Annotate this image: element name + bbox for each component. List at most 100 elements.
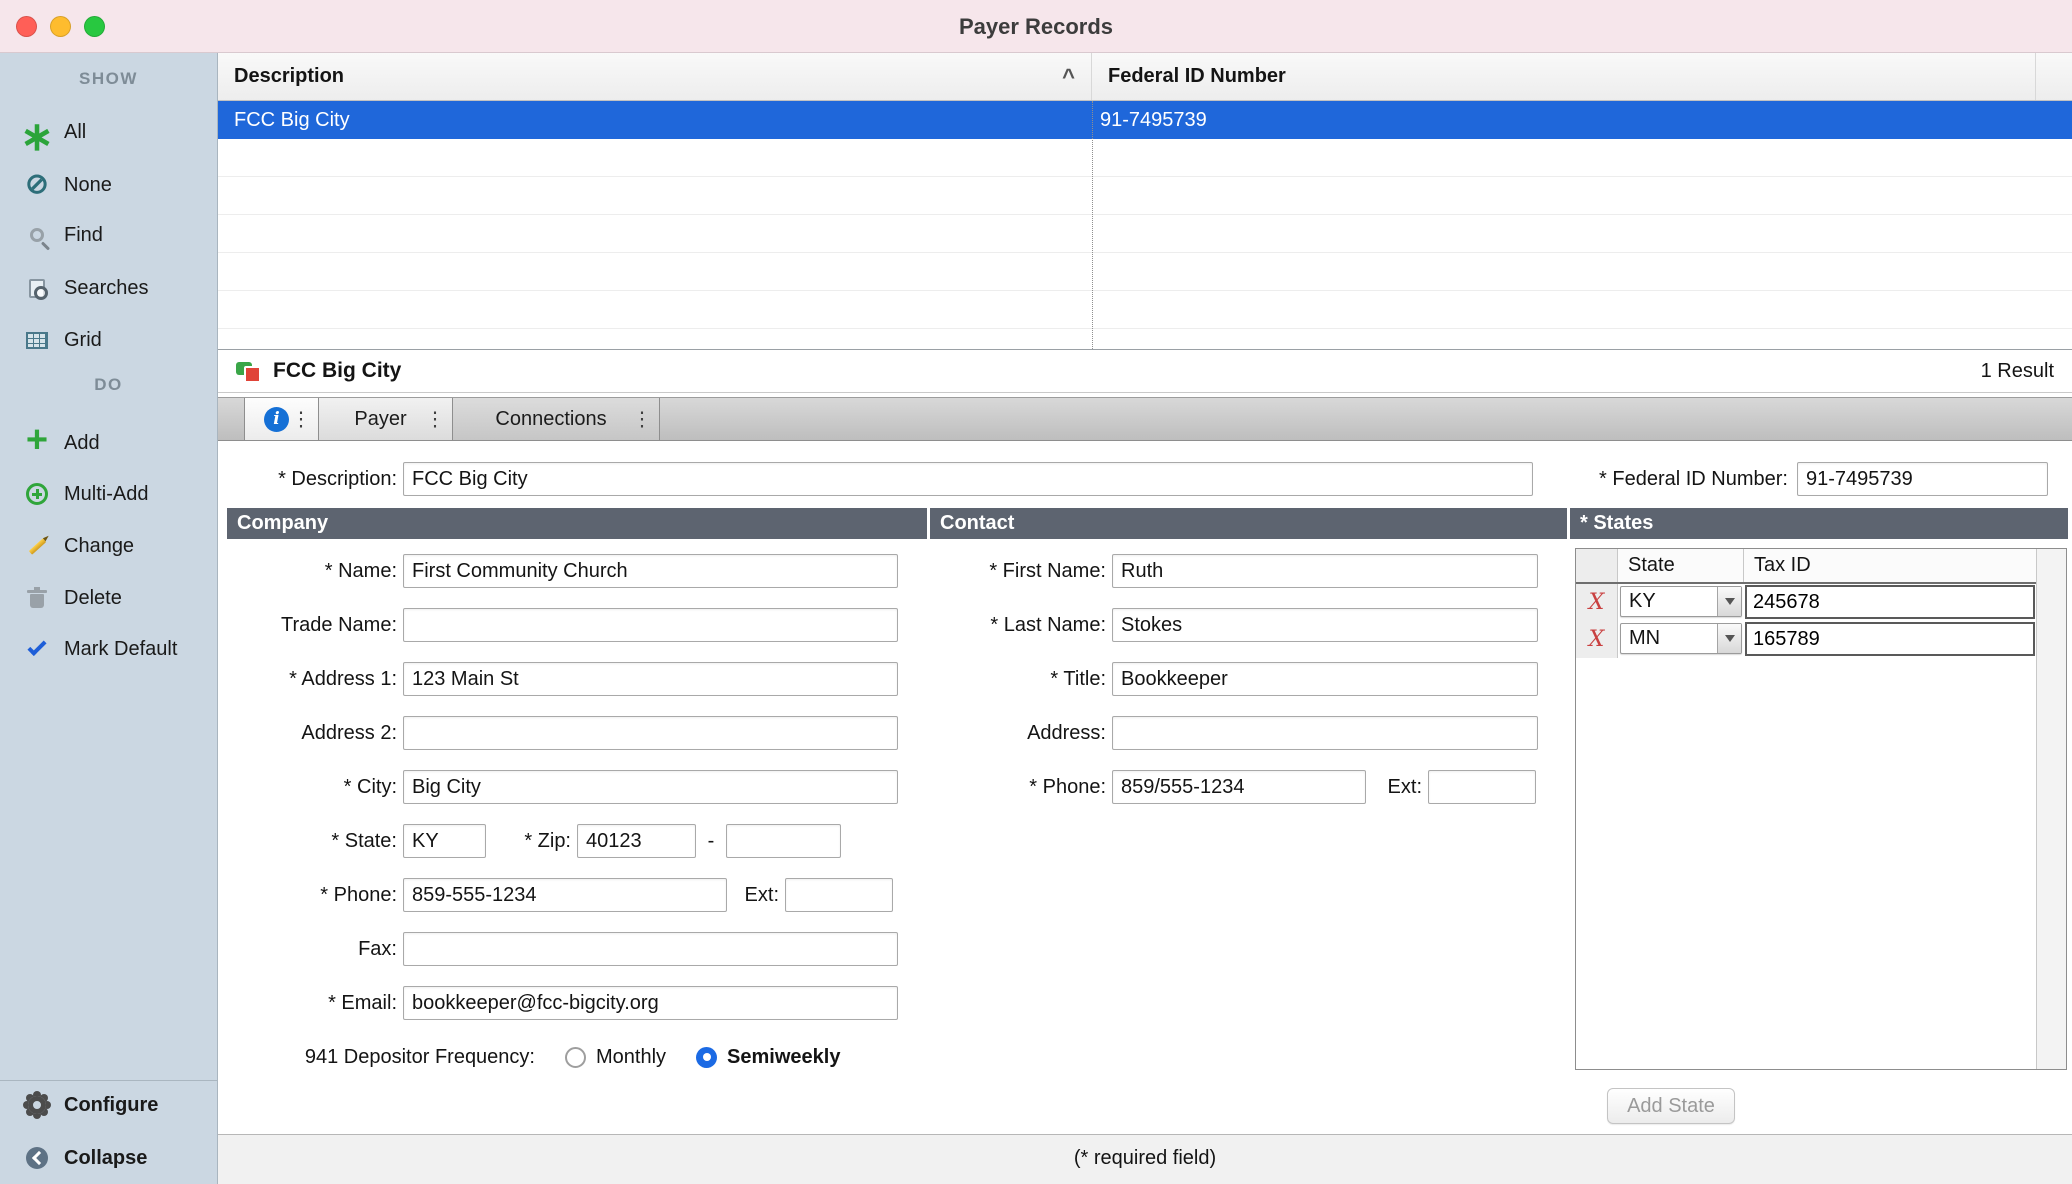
sidebar-item-label: Mark Default bbox=[64, 638, 177, 661]
section-header-contact: Contact bbox=[930, 508, 1567, 539]
delete-state-icon bbox=[1589, 590, 1605, 615]
radio-monthly-label[interactable]: Monthly bbox=[596, 1046, 666, 1069]
menu-dots-icon[interactable]: ⋮ bbox=[425, 407, 445, 432]
result-count: 1 Result bbox=[1981, 360, 2054, 383]
sidebar-item-label: None bbox=[64, 174, 112, 197]
fax-input[interactable] bbox=[403, 932, 898, 966]
menu-dots-icon[interactable]: ⋮ bbox=[632, 407, 652, 432]
searches-icon bbox=[22, 273, 52, 303]
delete-state-button[interactable] bbox=[1576, 621, 1618, 658]
address1-input[interactable] bbox=[403, 662, 898, 696]
name-input[interactable] bbox=[403, 554, 898, 588]
description-input[interactable] bbox=[403, 462, 1533, 496]
zip4-input[interactable] bbox=[726, 824, 841, 858]
state-select[interactable]: KY bbox=[1620, 586, 1742, 617]
chevron-down-icon[interactable] bbox=[1717, 624, 1741, 653]
sidebar-item-change[interactable]: Change bbox=[0, 526, 217, 566]
contact-address-input[interactable] bbox=[1112, 716, 1538, 750]
federal-id-label: * Federal ID Number: bbox=[1500, 462, 1788, 496]
trade-name-input[interactable] bbox=[403, 608, 898, 642]
pencil-icon bbox=[22, 531, 52, 561]
info-segment[interactable]: i ⋮ bbox=[244, 398, 318, 440]
radio-semiweekly-label[interactable]: Semiweekly bbox=[727, 1046, 840, 1069]
title-label: * Title: bbox=[930, 668, 1106, 691]
table-row-selected[interactable]: FCC Big City 91-7495739 bbox=[218, 101, 2072, 139]
checkmark-icon bbox=[22, 634, 52, 664]
depositor-frequency-label: 941 Depositor Frequency: bbox=[227, 1046, 535, 1069]
chevron-down-icon[interactable] bbox=[1717, 587, 1741, 616]
section-header-states: * States bbox=[1570, 508, 2068, 539]
sidebar-item-multi-add[interactable]: Multi-Add bbox=[0, 474, 217, 514]
table-row-empty bbox=[218, 329, 2072, 350]
tab-label: Connections bbox=[495, 408, 606, 431]
sidebar-item-delete[interactable]: Delete bbox=[0, 578, 217, 618]
address2-input[interactable] bbox=[403, 716, 898, 750]
radio-monthly[interactable] bbox=[565, 1047, 586, 1068]
none-icon bbox=[22, 170, 52, 200]
states-scrollbar[interactable] bbox=[2036, 549, 2066, 1069]
description-label: * Description: bbox=[227, 462, 397, 496]
table-row-empty bbox=[218, 177, 2072, 215]
sidebar-item-searches[interactable]: Searches bbox=[0, 268, 217, 308]
contact-address-label: Address: bbox=[930, 722, 1106, 745]
sidebar-item-collapse[interactable]: Collapse bbox=[0, 1138, 217, 1178]
column-header-description[interactable]: Description ^ bbox=[218, 53, 1092, 100]
fax-label: Fax: bbox=[227, 938, 397, 961]
sidebar-item-find[interactable]: Find bbox=[0, 215, 217, 255]
states-table: State Tax ID KY MN bbox=[1575, 548, 2067, 1070]
company-ext-input[interactable] bbox=[785, 878, 893, 912]
states-column-taxid[interactable]: Tax ID bbox=[1744, 549, 2036, 582]
tax-id-input[interactable] bbox=[1745, 585, 2035, 619]
states-column-state[interactable]: State bbox=[1618, 549, 1744, 582]
tab-bar-spacer bbox=[218, 398, 244, 440]
first-name-input[interactable] bbox=[1112, 554, 1538, 588]
contact-ext-input[interactable] bbox=[1428, 770, 1536, 804]
table-row-empty bbox=[218, 291, 2072, 329]
required-field-note: (* required field) bbox=[1074, 1147, 1216, 1184]
sidebar-item-add[interactable]: Add bbox=[0, 423, 217, 463]
sidebar-item-label: Collapse bbox=[64, 1147, 147, 1170]
address2-label: Address 2: bbox=[227, 722, 397, 745]
collapse-icon bbox=[22, 1143, 52, 1173]
tab-payer[interactable]: Payer ⋮ bbox=[318, 398, 452, 440]
record-summary-bar: FCC Big City 1 Result bbox=[218, 350, 2072, 393]
circled-plus-icon bbox=[22, 479, 52, 509]
sidebar-item-none[interactable]: None bbox=[0, 165, 217, 205]
sidebar-item-grid[interactable]: Grid bbox=[0, 320, 217, 360]
company-phone-input[interactable] bbox=[403, 878, 727, 912]
tax-id-input[interactable] bbox=[1745, 622, 2035, 656]
tab-connections[interactable]: Connections ⋮ bbox=[452, 398, 660, 440]
last-name-label: * Last Name: bbox=[930, 614, 1106, 637]
menu-dots-icon[interactable]: ⋮ bbox=[291, 407, 311, 432]
delete-state-button[interactable] bbox=[1576, 584, 1618, 621]
zip-input[interactable] bbox=[577, 824, 696, 858]
sidebar-divider bbox=[0, 1080, 217, 1081]
info-icon[interactable]: i bbox=[264, 407, 289, 432]
first-name-label: * First Name: bbox=[930, 560, 1106, 583]
sidebar-item-all[interactable]: All bbox=[0, 112, 217, 152]
table-row-empty bbox=[218, 215, 2072, 253]
state-select[interactable]: MN bbox=[1620, 623, 1742, 654]
email-input[interactable] bbox=[403, 986, 898, 1020]
contact-phone-input[interactable] bbox=[1112, 770, 1366, 804]
sidebar-item-mark-default[interactable]: Mark Default bbox=[0, 629, 217, 669]
last-name-input[interactable] bbox=[1112, 608, 1538, 642]
sidebar-section-do: DO bbox=[0, 375, 217, 395]
radio-semiweekly[interactable] bbox=[696, 1047, 717, 1068]
column-header-federal-id[interactable]: Federal ID Number bbox=[1092, 53, 2036, 100]
cell-federal-id: 91-7495739 bbox=[1092, 109, 2072, 132]
footer-bar: (* required field) bbox=[218, 1134, 2072, 1184]
title-input[interactable] bbox=[1112, 662, 1538, 696]
section-header-company: Company bbox=[227, 508, 927, 539]
tab-bar: i ⋮ Payer ⋮ Connections ⋮ bbox=[218, 397, 2072, 441]
state-input[interactable] bbox=[403, 824, 486, 858]
city-input[interactable] bbox=[403, 770, 898, 804]
asterisk-icon bbox=[22, 117, 52, 147]
trade-name-label: Trade Name: bbox=[227, 614, 397, 637]
sidebar-item-configure[interactable]: Configure bbox=[0, 1085, 217, 1125]
sidebar-item-label: Multi-Add bbox=[64, 483, 148, 506]
table-row-empty bbox=[218, 253, 2072, 291]
federal-id-input[interactable] bbox=[1797, 462, 2048, 496]
add-state-button[interactable]: Add State bbox=[1607, 1088, 1735, 1124]
records-table: Description ^ Federal ID Number FCC Big … bbox=[218, 53, 2072, 350]
